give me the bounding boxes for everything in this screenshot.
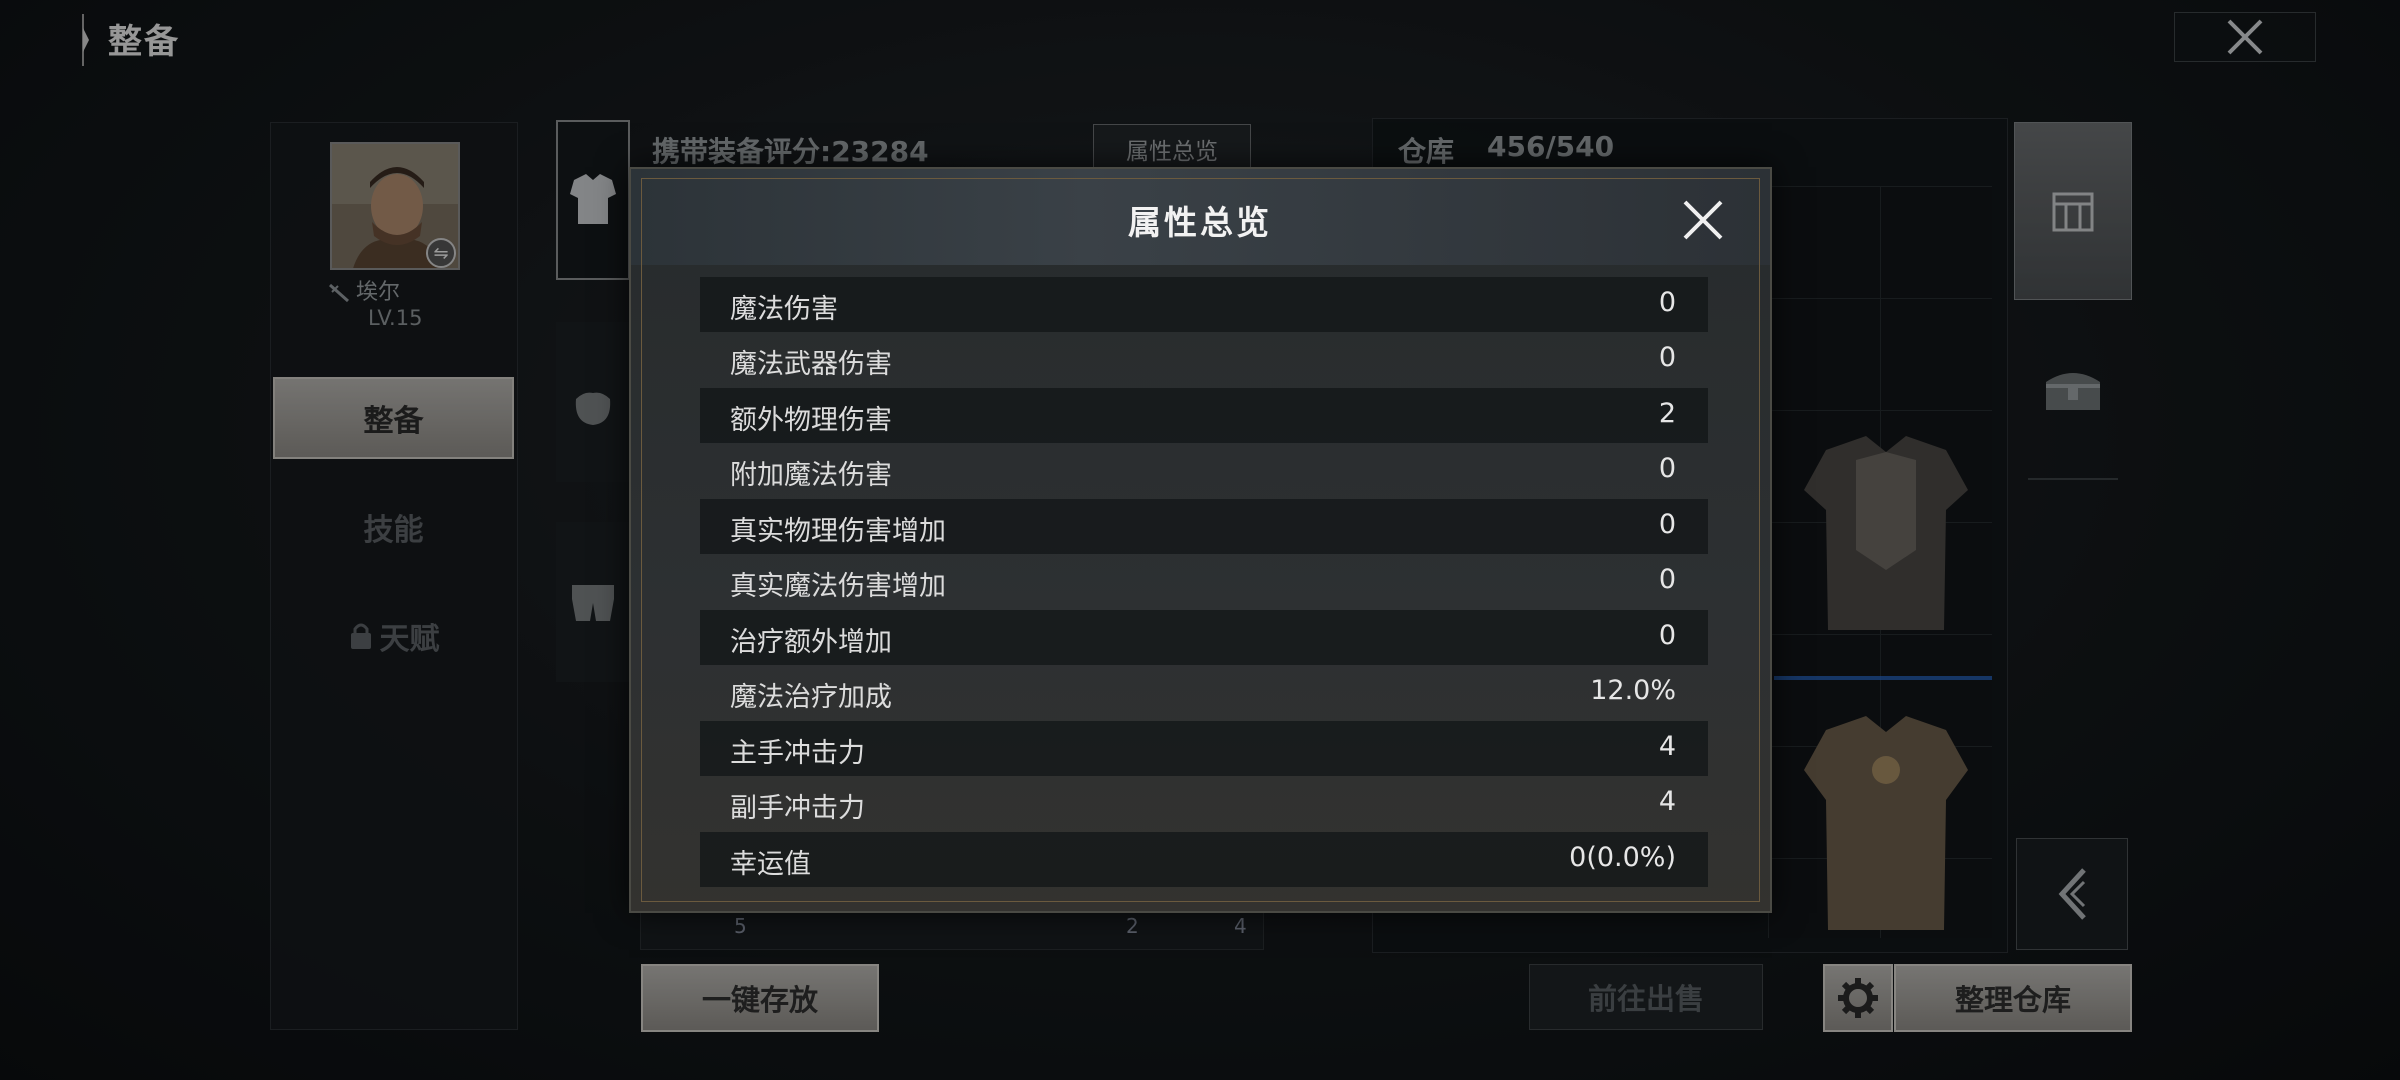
attr-label: 副手冲击力 — [730, 793, 865, 824]
attr-row: 魔法伤害 0 — [700, 277, 1708, 332]
attr-value: 0 — [1658, 564, 1676, 595]
attr-value: 0(0.0%) — [1569, 842, 1676, 873]
attr-row: 真实物理伤害增加 0 — [700, 499, 1708, 554]
attr-label: 魔法伤害 — [730, 294, 838, 325]
attr-value: 2 — [1658, 398, 1676, 429]
attr-row: 真实魔法伤害增加 0 — [700, 554, 1708, 609]
attr-label: 魔法治疗加成 — [730, 682, 892, 713]
attr-label: 魔法武器伤害 — [730, 349, 892, 380]
attr-value: 0 — [1658, 509, 1676, 540]
attr-value: 0 — [1658, 287, 1676, 318]
attr-label: 附加魔法伤害 — [730, 460, 892, 491]
attr-label: 主手冲击力 — [730, 738, 865, 769]
attr-row: 附加魔法伤害 0 — [700, 443, 1708, 498]
close-icon — [1683, 200, 1723, 240]
modal-close-button[interactable] — [1675, 192, 1731, 248]
attr-label: 真实魔法伤害增加 — [730, 571, 946, 602]
attr-row: 魔法武器伤害 0 — [700, 332, 1708, 387]
attr-value: 0 — [1658, 453, 1676, 484]
attr-row: 副手冲击力 4 — [700, 776, 1708, 831]
attr-row: 幸运值 0(0.0%) — [700, 832, 1708, 887]
attr-value: 12.0% — [1590, 675, 1676, 706]
attr-value: 0 — [1658, 342, 1676, 373]
attr-label: 额外物理伤害 — [730, 405, 892, 436]
attr-row: 魔法治疗加成 12.0% — [700, 665, 1708, 720]
modal-title: 属性总览 — [1128, 203, 1272, 242]
attr-value: 4 — [1658, 786, 1676, 817]
attr-row: 主手冲击力 4 — [700, 721, 1708, 776]
attr-value: 4 — [1658, 731, 1676, 762]
attr-label: 治疗额外增加 — [730, 627, 892, 658]
attr-value: 0 — [1658, 620, 1676, 651]
attr-row: 额外物理伤害 2 — [700, 388, 1708, 443]
attr-row: 治疗额外增加 0 — [700, 610, 1708, 665]
attr-label: 真实物理伤害增加 — [730, 516, 946, 547]
attr-label: 幸运值 — [730, 849, 811, 880]
